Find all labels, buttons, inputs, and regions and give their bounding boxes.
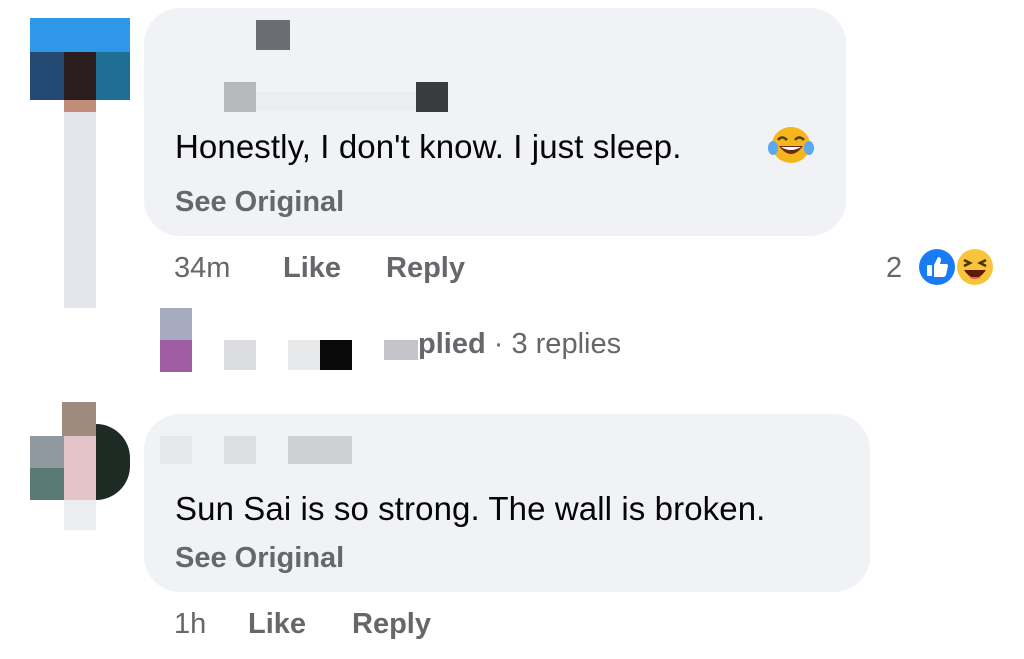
see-original-link[interactable]: See Original (175, 186, 344, 219)
avatar-commenter-2[interactable] (30, 402, 130, 530)
blurred-username (256, 92, 416, 110)
reply-avatar[interactable] (160, 308, 192, 372)
blurred-username (224, 82, 256, 112)
comment-text: Sun Sai is so strong. The wall is broken… (175, 490, 766, 527)
comment-timestamp[interactable]: 34m (174, 252, 230, 285)
blurred-username (224, 436, 256, 464)
blurred-username (256, 20, 290, 50)
thread-line (64, 112, 96, 308)
see-original-link[interactable]: See Original (175, 542, 344, 575)
like-button[interactable]: Like (283, 252, 341, 285)
comment-text: Honestly, I don't know. I just sleep. (175, 128, 682, 165)
replies-summary[interactable]: plied · 3 replies (418, 328, 621, 361)
reaction-count[interactable]: 2 (886, 252, 902, 285)
comment-timestamp[interactable]: 1h (174, 608, 206, 641)
blurred-username (384, 340, 418, 360)
face-with-tears-of-joy-icon (768, 124, 814, 166)
avatar-commenter-1[interactable] (30, 18, 130, 130)
reply-button[interactable]: Reply (386, 252, 465, 285)
like-reaction-icon (916, 246, 958, 288)
blurred-username (416, 82, 448, 112)
blurred-username (160, 436, 192, 464)
blurred-username (224, 340, 256, 370)
like-button[interactable]: Like (248, 608, 306, 641)
blurred-username (320, 340, 352, 370)
blurred-username (288, 436, 352, 464)
blurred-username (288, 340, 320, 370)
reply-button[interactable]: Reply (352, 608, 431, 641)
haha-reaction-icon (954, 246, 996, 288)
